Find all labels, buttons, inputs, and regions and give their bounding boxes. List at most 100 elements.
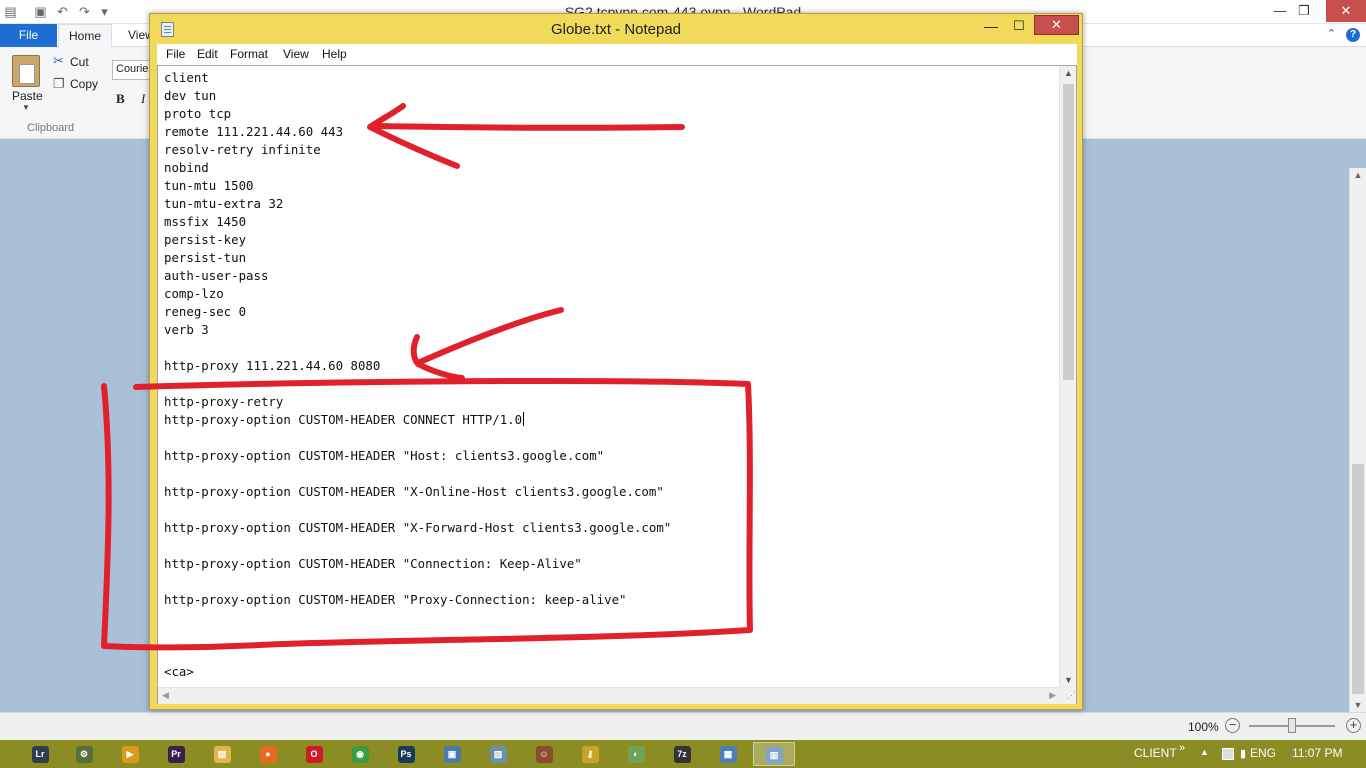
network-icon[interactable]: ▮ [1240, 747, 1246, 760]
paste-dropdown-icon[interactable]: ▼ [22, 103, 30, 112]
text-line[interactable] [164, 429, 1049, 447]
text-line[interactable]: remote 111.221.44.60 443 [164, 123, 1049, 141]
taskbar-item[interactable]: ▦ [707, 742, 749, 766]
wordpad-close-button[interactable]: ✕ [1326, 0, 1366, 22]
menu-view[interactable]: View [283, 47, 309, 61]
ribbon-collapse-icon[interactable]: ⌃ [1327, 27, 1336, 40]
menu-edit[interactable]: Edit [197, 47, 218, 61]
wordpad-maximize-button[interactable]: ❐ [1290, 0, 1318, 22]
clock[interactable]: 11:07 PM [1292, 746, 1342, 760]
text-area[interactable]: client dev tun proto tcp remote 111.221.44.… [164, 69, 1049, 681]
italic-button[interactable]: I [141, 91, 145, 107]
scroll-thumb[interactable] [1063, 84, 1074, 380]
taskbar-item[interactable]: ☺ [523, 742, 565, 766]
menu-format[interactable]: Format [230, 47, 268, 61]
zoom-slider-thumb[interactable] [1288, 718, 1296, 733]
tray-show-hidden-icon[interactable]: ▲ [1200, 747, 1209, 757]
notepad-maximize-button[interactable]: ☐ [1006, 16, 1032, 36]
text-line[interactable]: http-proxy-option CUSTOM-HEADER "Connect… [164, 555, 1049, 573]
taskbar-item[interactable]: Ps [385, 742, 427, 766]
notepad-minimize-button[interactable]: — [978, 16, 1004, 36]
action-center-icon[interactable] [1222, 748, 1234, 760]
text-line[interactable] [164, 339, 1049, 357]
text-line[interactable]: http-proxy-option CUSTOM-HEADER "X-Onlin… [164, 483, 1049, 501]
text-line[interactable]: resolv-retry infinite [164, 141, 1049, 159]
text-line[interactable]: verb 3 [164, 321, 1049, 339]
text-line[interactable]: mssfix 1450 [164, 213, 1049, 231]
taskbar-item[interactable]: ▤ [201, 742, 243, 766]
text-line[interactable]: persist-tun [164, 249, 1049, 267]
taskbar-item[interactable]: O [293, 742, 335, 766]
taskbar-item[interactable]: ▨ [477, 742, 519, 766]
text-line[interactable]: http-proxy 111.221.44.60 8080 [164, 357, 1049, 375]
resize-grip-icon[interactable]: ⋰ [1059, 687, 1076, 704]
text-line[interactable]: client [164, 69, 1049, 87]
text-line[interactable]: <ca> [164, 663, 1049, 681]
copy-button[interactable]: Copy [70, 77, 98, 91]
paste-icon[interactable] [12, 55, 40, 87]
text-line[interactable] [164, 609, 1049, 627]
text-line[interactable]: http-proxy-retry [164, 393, 1049, 411]
menu-help[interactable]: Help [322, 47, 347, 61]
text-line[interactable]: nobind [164, 159, 1049, 177]
text-line[interactable] [164, 645, 1049, 663]
text-line[interactable] [164, 573, 1049, 591]
notepad-vertical-scrollbar[interactable]: ▲ ▼ [1059, 66, 1076, 687]
taskbar-item[interactable]: ▣ [431, 742, 473, 766]
taskbar-item[interactable]: ◐ [615, 742, 657, 766]
taskbar-item[interactable]: ◉ [339, 742, 381, 766]
text-line[interactable]: comp-lzo [164, 285, 1049, 303]
notepad-close-button[interactable]: ✕ [1034, 15, 1079, 35]
text-line[interactable] [164, 465, 1049, 483]
text-line[interactable]: tun-mtu-extra 32 [164, 195, 1049, 213]
tab-file[interactable]: File [0, 24, 57, 47]
text-line[interactable]: proto tcp [164, 105, 1049, 123]
text-line[interactable]: dev tun [164, 87, 1049, 105]
scroll-up-icon[interactable]: ▲ [1350, 170, 1366, 180]
text-line[interactable]: persist-key [164, 231, 1049, 249]
tray-chevron-icon[interactable]: » [1179, 742, 1185, 754]
text-line[interactable] [164, 627, 1049, 645]
scissors-icon[interactable]: ✂ [53, 53, 64, 69]
scroll-thumb[interactable] [1352, 464, 1364, 694]
taskbar-item[interactable]: ⚙ [63, 742, 105, 766]
tab-home[interactable]: Home [58, 24, 112, 48]
wordpad-vertical-scrollbar[interactable]: ▲ ▼ [1349, 168, 1366, 712]
taskbar-item[interactable]: Pr [155, 742, 197, 766]
zoom-in-button[interactable]: + [1346, 718, 1361, 733]
scroll-right-icon[interactable]: ▶ [1049, 690, 1056, 701]
scroll-down-icon[interactable]: ▼ [1060, 675, 1077, 685]
taskbar-item[interactable]: ● [247, 742, 289, 766]
zoom-out-button[interactable]: − [1225, 718, 1240, 733]
text-line[interactable] [164, 537, 1049, 555]
language-indicator[interactable]: ENG [1250, 746, 1276, 760]
text-line[interactable]: http-proxy-option CUSTOM-HEADER "Host: c… [164, 447, 1049, 465]
taskbar-item[interactable]: 7z [661, 742, 703, 766]
text-line[interactable]: reneg-sec 0 [164, 303, 1049, 321]
copy-icon[interactable]: ❐ [53, 76, 65, 92]
scroll-left-icon[interactable]: ◀ [162, 690, 169, 701]
taskbar-item[interactable]: Lr [19, 742, 61, 766]
menu-file[interactable]: File [166, 47, 185, 61]
text-line[interactable]: tun-mtu 1500 [164, 177, 1049, 195]
scroll-down-icon[interactable]: ▼ [1350, 700, 1366, 710]
bold-button[interactable]: B [116, 91, 125, 107]
paste-button-label[interactable]: Paste [12, 89, 43, 103]
taskbar-item[interactable]: ▶ [109, 742, 151, 766]
cut-button[interactable]: Cut [70, 55, 89, 69]
notepad-editor[interactable]: client dev tun proto tcp remote 111.221.44.… [157, 65, 1077, 704]
taskbar-item[interactable]: ▥ [753, 742, 795, 766]
text-line[interactable]: http-proxy-option CUSTOM-HEADER CONNECT … [164, 411, 1049, 429]
notepad-horizontal-scrollbar[interactable]: ◀ ▶ [158, 687, 1060, 704]
font-family-select[interactable]: Courier [112, 60, 152, 80]
help-icon[interactable]: ? [1346, 28, 1360, 42]
text-line[interactable]: http-proxy-option CUSTOM-HEADER "X-Forwa… [164, 519, 1049, 537]
taskbar-item[interactable]: ⚷ [569, 742, 611, 766]
text-line[interactable]: http-proxy-option CUSTOM-HEADER "Proxy-C… [164, 591, 1049, 609]
photoshop-icon: Ps [397, 746, 415, 764]
tray-client-label[interactable]: CLIENT [1134, 746, 1177, 760]
scroll-up-icon[interactable]: ▲ [1060, 68, 1077, 78]
text-line[interactable] [164, 375, 1049, 393]
text-line[interactable]: auth-user-pass [164, 267, 1049, 285]
text-line[interactable] [164, 501, 1049, 519]
